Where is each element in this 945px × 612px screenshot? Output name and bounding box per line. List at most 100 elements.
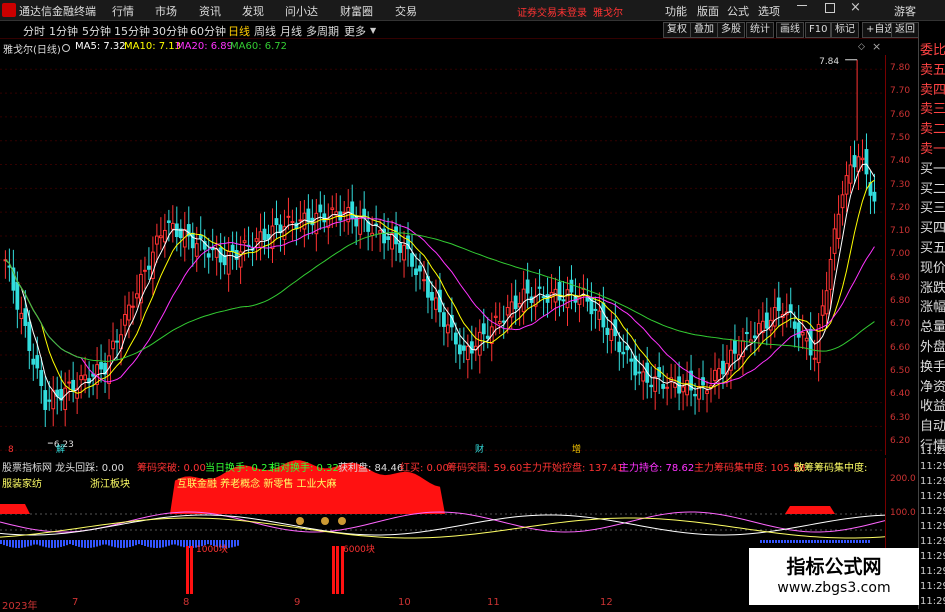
toolbar-adjust[interactable]: 复权 bbox=[663, 22, 691, 38]
side-panel-item[interactable]: 现价 bbox=[920, 261, 945, 276]
close-icon[interactable]: × bbox=[850, 0, 861, 15]
menu-market[interactable]: 市场 bbox=[155, 3, 177, 19]
blue-bar bbox=[859, 540, 861, 543]
price-tick: 6.70 bbox=[890, 319, 911, 330]
app-title: 通达信金融终端 bbox=[19, 5, 96, 18]
blue-bar bbox=[45, 540, 47, 548]
period-1min[interactable]: 1分钟 bbox=[49, 23, 78, 39]
price-tick: 6.90 bbox=[890, 272, 911, 283]
blue-bar bbox=[231, 540, 233, 548]
side-panel-item[interactable]: 总量 bbox=[920, 321, 945, 335]
side-panel-item[interactable]: 买一 bbox=[920, 162, 945, 177]
side-panel-item[interactable]: 买五 bbox=[920, 242, 945, 256]
side-panel-item[interactable]: 11:29 bbox=[920, 445, 945, 459]
blue-bar bbox=[787, 540, 789, 543]
side-panel-item[interactable]: 自动 bbox=[920, 420, 945, 434]
side-panel-item[interactable]: 委比 bbox=[920, 44, 945, 58]
toolbar-multi-stock[interactable]: 多股 bbox=[717, 22, 745, 38]
candle-body bbox=[505, 306, 510, 316]
menu-guest[interactable]: 游客 bbox=[894, 3, 916, 19]
menu-market-quote[interactable]: 行情 bbox=[112, 3, 134, 19]
menu-wealth[interactable]: 财富圈 bbox=[340, 3, 373, 19]
menu-discover[interactable]: 发现 bbox=[242, 3, 264, 19]
period-more[interactable]: 更多 bbox=[344, 23, 366, 39]
gear-icon[interactable]: ◇ bbox=[858, 42, 865, 52]
candle-body bbox=[705, 390, 709, 394]
candle-body bbox=[402, 244, 406, 261]
side-panel-item[interactable]: 净资 bbox=[920, 380, 945, 395]
candle-body bbox=[254, 238, 259, 242]
menu-bar bbox=[0, 0, 945, 21]
period-30min[interactable]: 30分钟 bbox=[152, 23, 188, 39]
side-panel-item[interactable]: 买二 bbox=[920, 182, 945, 197]
period-15min[interactable]: 15分钟 bbox=[114, 23, 150, 39]
blue-bar bbox=[159, 540, 161, 548]
candlestick-chart[interactable]: 7.846.23解财增8 bbox=[0, 55, 885, 455]
blue-bar bbox=[769, 540, 771, 543]
toolbar-draw[interactable]: 画线 bbox=[776, 22, 804, 38]
side-panel-item[interactable]: 卖五 bbox=[920, 63, 945, 78]
blue-bar bbox=[808, 540, 810, 543]
side-panel-item[interactable]: 11:29 bbox=[920, 490, 945, 504]
side-panel-item[interactable]: 外盘 bbox=[920, 341, 945, 355]
candle-body bbox=[67, 381, 72, 384]
blue-bar bbox=[162, 540, 164, 548]
period-multi[interactable]: 多周期 bbox=[306, 23, 339, 39]
side-panel-item[interactable]: 11:29 bbox=[920, 460, 945, 474]
menu-ask[interactable]: 问小达 bbox=[285, 3, 318, 19]
side-panel-item[interactable]: 11:29 bbox=[920, 595, 945, 609]
coin-icon bbox=[321, 517, 329, 525]
side-panel-item[interactable]: 卖三 bbox=[920, 103, 945, 117]
period-monthly[interactable]: 月线 bbox=[280, 23, 302, 39]
blue-bar bbox=[72, 540, 74, 546]
blue-bar bbox=[75, 540, 77, 547]
side-panel-item[interactable]: 卖四 bbox=[920, 83, 945, 98]
side-panel-item[interactable]: 11:29 bbox=[920, 535, 945, 549]
side-panel-item[interactable]: 换手 bbox=[920, 360, 945, 375]
candle-body bbox=[418, 265, 422, 272]
minimize-icon[interactable] bbox=[797, 5, 807, 6]
menu-layout[interactable]: 版面 bbox=[697, 3, 719, 19]
side-panel-item[interactable]: 涨幅 bbox=[920, 301, 945, 315]
period-5min[interactable]: 5分钟 bbox=[82, 23, 111, 39]
blue-bar bbox=[177, 540, 179, 546]
period-weekly[interactable]: 周线 bbox=[254, 23, 276, 39]
panel-close-icon[interactable]: × bbox=[872, 40, 881, 53]
toolbar-overlay[interactable]: 叠加 bbox=[690, 22, 718, 38]
toolbar-back[interactable]: 返回 bbox=[891, 22, 919, 38]
menu-trade[interactable]: 交易 bbox=[395, 3, 417, 19]
login-status[interactable]: 证券交易未登录 bbox=[517, 4, 587, 19]
side-panel-item[interactable]: 11:29 bbox=[920, 550, 945, 564]
side-panel-item[interactable]: 11:29 bbox=[920, 520, 945, 534]
side-panel-item[interactable]: 买四 bbox=[920, 222, 945, 236]
candle-body bbox=[824, 290, 829, 315]
side-panel-item[interactable]: 11:29 bbox=[920, 580, 945, 594]
chevron-down-icon[interactable]: ▼ bbox=[370, 26, 376, 35]
toolbar-mark[interactable]: 标记 bbox=[831, 22, 859, 38]
blue-bar bbox=[781, 540, 783, 543]
candle-body bbox=[15, 281, 20, 310]
side-panel-item[interactable]: 卖一 bbox=[920, 143, 945, 157]
period-daily[interactable]: 日线 bbox=[228, 23, 250, 39]
candle-body bbox=[816, 323, 821, 364]
side-panel-item[interactable]: 收益 bbox=[920, 400, 945, 414]
menu-options[interactable]: 选项 bbox=[758, 3, 780, 19]
maximize-icon[interactable] bbox=[825, 3, 835, 13]
side-panel-item[interactable]: 涨跌 bbox=[920, 281, 945, 296]
period-60min[interactable]: 60分钟 bbox=[190, 23, 226, 39]
menu-news[interactable]: 资讯 bbox=[199, 3, 221, 19]
settings-icon[interactable] bbox=[62, 44, 70, 52]
side-panel-item[interactable]: 11:29 bbox=[920, 475, 945, 489]
side-panel-item[interactable]: 买三 bbox=[920, 202, 945, 216]
side-panel-item[interactable]: 11:29 bbox=[920, 565, 945, 579]
toolbar-stats[interactable]: 统计 bbox=[746, 22, 774, 38]
toolbar-f10[interactable]: F10 bbox=[805, 22, 832, 38]
indicator-field: 主力筹码集中度: 105.58 bbox=[694, 463, 806, 474]
menu-formula[interactable]: 公式 bbox=[727, 3, 749, 19]
side-panel-item[interactable]: 卖二 bbox=[920, 123, 945, 137]
side-panel-item[interactable]: 11:29 bbox=[920, 505, 945, 519]
blue-bar bbox=[102, 540, 104, 545]
menu-function[interactable]: 功能 bbox=[665, 3, 687, 19]
period-tick[interactable]: 分时 bbox=[23, 23, 45, 39]
candle-body bbox=[79, 375, 84, 381]
